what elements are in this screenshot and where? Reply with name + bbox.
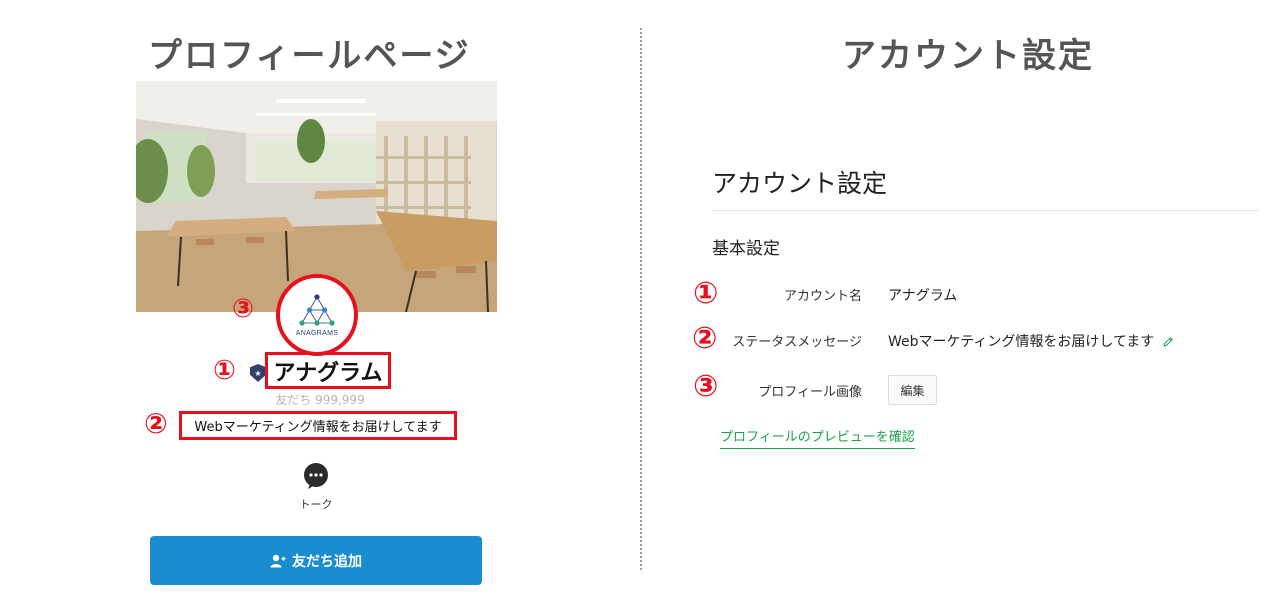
account-name-value: アナグラム: [888, 288, 958, 304]
chat-bubble-icon[interactable]: [302, 462, 330, 490]
settings-divider: [712, 210, 1259, 211]
marker-one-profile: ①: [213, 355, 236, 386]
center-divider: [640, 28, 642, 570]
add-friend-button[interactable]: 友だち追加: [150, 536, 482, 585]
status-message-label: ステータスメッセージ: [732, 335, 862, 350]
profile-status-message: Webマーケティング情報をお届けしてます: [179, 411, 457, 440]
account-name-label: アカウント名: [783, 289, 862, 304]
logo-wordmark: ANAGRAMS: [295, 329, 339, 337]
profile-page-heading: プロフィールページ: [148, 36, 471, 76]
add-friend-label: 友だち追加: [292, 553, 362, 570]
anagrams-logo-icon: [299, 293, 335, 326]
profile-preview-link[interactable]: プロフィールのプレビューを確認: [720, 426, 915, 449]
profile-name: アナグラム: [265, 352, 391, 389]
profile-image-label: プロフィール画像: [758, 385, 862, 400]
account-settings-heading: アカウント設定: [842, 36, 1094, 76]
marker-three-settings: ③: [693, 369, 719, 404]
verified-badge-icon: ★: [250, 364, 266, 382]
marker-one-settings: ①: [693, 276, 719, 311]
add-user-icon: [270, 554, 286, 567]
pencil-icon[interactable]: [1162, 336, 1174, 348]
marker-two-settings: ②: [692, 321, 718, 356]
status-message-value[interactable]: Webマーケティング情報をお届けしてます: [888, 331, 1174, 351]
friends-count: 友だち 999,999: [275, 393, 365, 407]
talk-label[interactable]: トーク: [290, 496, 342, 512]
profile-image[interactable]: ANAGRAMS: [276, 274, 358, 356]
settings-title: アカウント設定: [712, 169, 888, 198]
marker-three-profile: ③: [232, 294, 255, 324]
edit-profile-image-button[interactable]: 編集: [888, 375, 937, 405]
basic-settings-title: 基本設定: [712, 239, 780, 259]
status-message-text: Webマーケティング情報をお届けしてます: [888, 334, 1155, 350]
marker-two-profile: ②: [144, 407, 168, 440]
